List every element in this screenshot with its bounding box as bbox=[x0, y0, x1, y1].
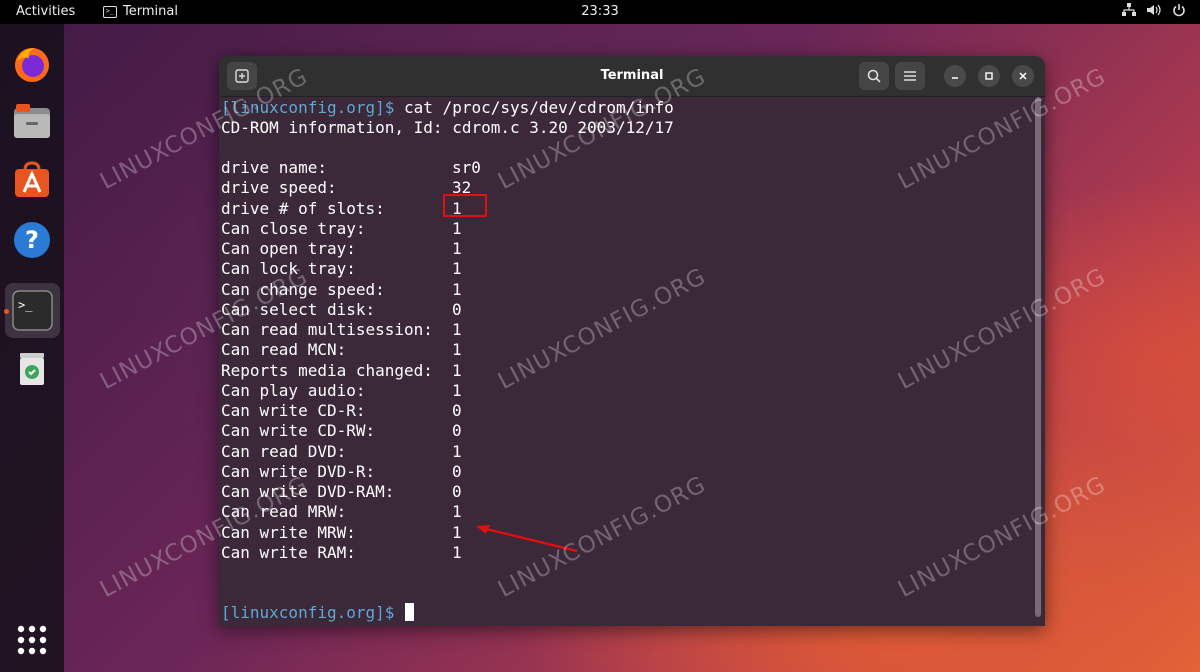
info-value: 1 bbox=[452, 320, 462, 339]
close-icon bbox=[1019, 72, 1027, 80]
info-value: 1 bbox=[452, 542, 462, 562]
command-line: [linuxconfig.org]$ cat /proc/sys/dev/cdr… bbox=[221, 98, 674, 118]
info-value: 0 bbox=[452, 401, 462, 420]
info-value: sr0 bbox=[452, 158, 481, 177]
terminal-output[interactable]: [linuxconfig.org]$ cat /proc/sys/dev/cdr… bbox=[219, 97, 1045, 626]
info-label: drive speed: bbox=[221, 178, 337, 198]
files-icon[interactable] bbox=[12, 102, 52, 142]
terminal-icon[interactable]: >_ bbox=[5, 283, 60, 338]
shell-prompt: [linuxconfig.org]$ bbox=[221, 98, 395, 117]
trash-icon[interactable] bbox=[12, 348, 52, 388]
info-label: Can play audio: bbox=[221, 380, 366, 400]
dock: ? >_ bbox=[0, 24, 64, 672]
app-menu[interactable]: >_ Terminal bbox=[103, 4, 178, 19]
info-label: Can write RAM: bbox=[221, 542, 356, 562]
info-value: 1 bbox=[452, 239, 462, 258]
clock[interactable]: 23:33 bbox=[581, 4, 618, 19]
system-tray[interactable] bbox=[1122, 3, 1186, 17]
info-value: 1 bbox=[452, 259, 462, 279]
title-bar[interactable]: Terminal bbox=[219, 56, 1045, 97]
info-value: 1 bbox=[452, 360, 462, 380]
info-value: 0 bbox=[452, 461, 462, 481]
power-icon bbox=[1173, 4, 1185, 17]
volume-icon bbox=[1147, 4, 1161, 16]
menu-button[interactable] bbox=[895, 62, 925, 90]
drive-name-highlight-box bbox=[443, 194, 487, 217]
info-value: 1 bbox=[452, 380, 462, 400]
final-prompt-line: [linuxconfig.org]$ bbox=[221, 603, 415, 623]
info-label: Can read DVD: bbox=[221, 441, 347, 461]
network-icon bbox=[1122, 3, 1136, 16]
info-value: 1 bbox=[452, 502, 462, 522]
minimize-button[interactable] bbox=[944, 65, 966, 87]
help-icon[interactable]: ? bbox=[12, 220, 52, 260]
info-label: Reports media changed: bbox=[221, 360, 433, 380]
info-value: 0 bbox=[452, 482, 462, 501]
search-icon bbox=[867, 69, 881, 83]
search-button[interactable] bbox=[859, 62, 889, 90]
info-value: 1 bbox=[452, 218, 462, 238]
info-value: 0 bbox=[452, 421, 462, 441]
info-label: Can open tray: bbox=[221, 239, 356, 258]
app-center-icon[interactable] bbox=[12, 160, 52, 200]
info-label: Can write CD-RW: bbox=[221, 421, 376, 441]
info-label: Can write DVD-R: bbox=[221, 461, 376, 481]
new-tab-icon bbox=[235, 69, 249, 83]
output-header: CD-ROM information, Id: cdrom.c 3.20 200… bbox=[221, 118, 674, 137]
maximize-icon bbox=[985, 72, 993, 80]
show-apps-icon[interactable] bbox=[12, 620, 52, 660]
firefox-icon[interactable] bbox=[12, 44, 52, 84]
info-label: Can read MRW: bbox=[221, 502, 347, 522]
terminal-icon: >_ bbox=[103, 5, 117, 18]
hamburger-menu-icon bbox=[904, 71, 916, 81]
maximize-button[interactable] bbox=[978, 65, 1000, 87]
svg-text:>_: >_ bbox=[18, 298, 33, 312]
shell-prompt: [linuxconfig.org]$ bbox=[221, 603, 395, 622]
info-value: 1 bbox=[452, 279, 462, 299]
info-label: Can read MCN: bbox=[221, 340, 347, 360]
info-value: 1 bbox=[452, 522, 462, 542]
text-cursor bbox=[405, 603, 415, 621]
running-indicator bbox=[4, 309, 9, 314]
info-value: 0 bbox=[452, 299, 462, 319]
info-label: Can write DVD-RAM: bbox=[221, 482, 395, 501]
terminal-window[interactable]: Terminal [linuxconfig.org]$ cat /proc/sy… bbox=[219, 56, 1045, 626]
scrollbar[interactable] bbox=[1035, 97, 1041, 617]
annotation-arrow bbox=[476, 525, 578, 553]
new-tab-button[interactable] bbox=[227, 62, 257, 90]
info-value: 1 bbox=[452, 441, 462, 461]
info-label: Can write MRW: bbox=[221, 522, 356, 542]
info-label: Can lock tray: bbox=[221, 259, 356, 279]
top-bar: Activities >_ Terminal 23:33 bbox=[0, 0, 1200, 24]
minimize-icon bbox=[952, 77, 958, 79]
info-label: Can read multisession: bbox=[221, 320, 433, 339]
info-label: Can write CD-R: bbox=[221, 401, 366, 420]
info-label: Can change speed: bbox=[221, 279, 385, 299]
info-value: 1 bbox=[452, 340, 462, 360]
close-button[interactable] bbox=[1012, 65, 1034, 87]
activities-button[interactable]: Activities bbox=[16, 4, 75, 19]
info-label: drive # of slots: bbox=[221, 198, 385, 218]
info-label: Can close tray: bbox=[221, 218, 366, 238]
app-name: Terminal bbox=[123, 4, 178, 19]
svg-text:?: ? bbox=[25, 226, 39, 254]
info-label: drive name: bbox=[221, 158, 327, 177]
command-text: cat /proc/sys/dev/cdrom/info bbox=[394, 98, 674, 117]
info-label: Can select disk: bbox=[221, 299, 376, 319]
